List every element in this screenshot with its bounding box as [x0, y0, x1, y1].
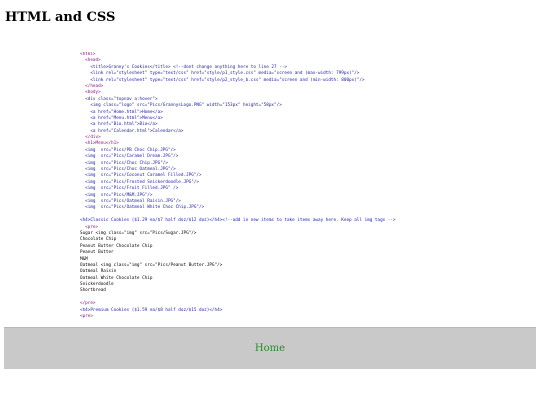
- home-link[interactable]: Home: [255, 343, 285, 354]
- home-bar: Home: [4, 327, 536, 369]
- page-title: HTML and CSS: [5, 10, 116, 25]
- code-listing: <html> <head> <title>Granny's Cookies</t…: [80, 52, 520, 328]
- code-line: <pre>: [80, 314, 93, 320]
